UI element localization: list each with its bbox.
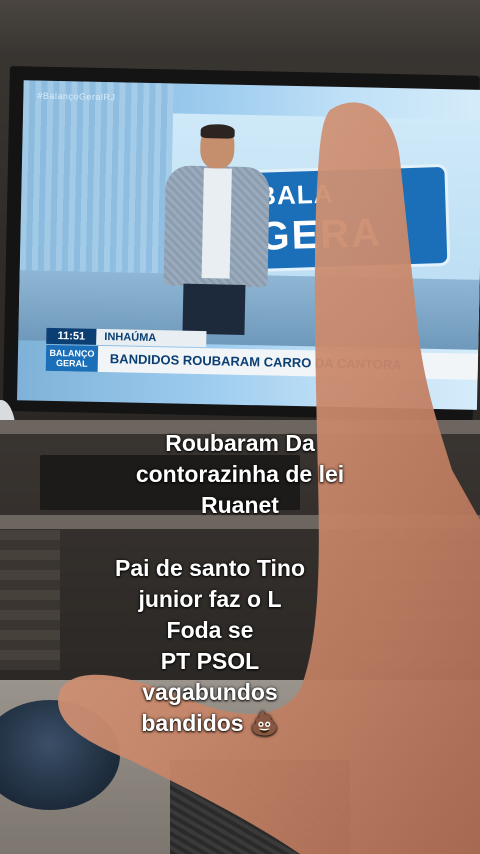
caption-top-line-1: Roubaram Da xyxy=(165,430,315,456)
caption-bottom-line-6: bandidos 💩 xyxy=(60,708,360,740)
caption-bottom-line-5: vagabundos xyxy=(142,679,278,706)
caption-bottom-line-1: Pai de santo Tino xyxy=(115,555,305,581)
caption-bottom-line-2: junior faz o L xyxy=(138,586,282,613)
caption-bottom: Pai de santo Tino junior faz o L Foda se… xyxy=(60,553,360,740)
caption-top-line-3: Ruanet xyxy=(201,492,279,519)
caption-top: Roubaram Da contorazinha de lei Ruanet xyxy=(60,428,420,521)
caption-bottom-last-word: bandidos xyxy=(141,710,244,737)
video-frame: #BalançoGeralRJ BALA GERA 11:51 INHAÚMA … xyxy=(0,0,480,854)
poop-emoji-icon: 💩 xyxy=(249,711,279,738)
caption-bottom-line-4: PT PSOL xyxy=(160,648,260,675)
caption-top-line-2: contorazinha de lei xyxy=(135,461,345,488)
caption-bottom-line-3: Foda se xyxy=(166,617,254,644)
